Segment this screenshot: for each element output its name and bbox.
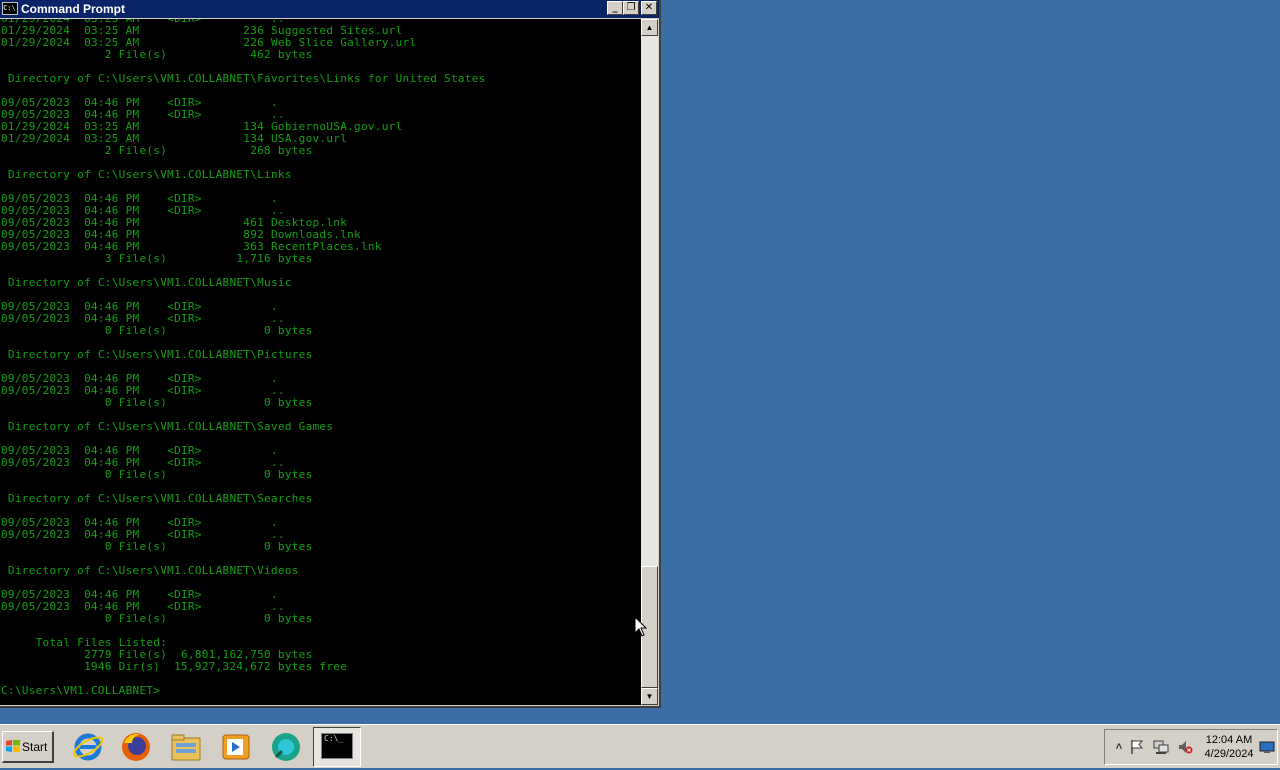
network-icon[interactable] (1153, 739, 1169, 755)
firefox-icon[interactable] (118, 729, 154, 765)
system-tray: ˄ 12:04 AM 4/29/2024 (1104, 729, 1278, 765)
console-text: 01/29/2024 03:25 AM <DIR> ..01/29/2024 0… (0, 19, 486, 697)
console-line: 2 File(s) 268 bytes (1, 144, 313, 157)
start-button[interactable]: Start (2, 731, 54, 763)
console-line: 2 File(s) 462 bytes (1, 48, 313, 61)
start-label: Start (22, 740, 48, 754)
minimize-button[interactable]: _ (607, 1, 623, 15)
console-line: Directory of C:\Users\VM1.COLLABNET\Link… (1, 168, 292, 181)
console-line: 0 File(s) 0 bytes (1, 468, 313, 481)
teal-app-icon[interactable] (268, 729, 304, 765)
app-icon-text: C:\ (3, 4, 16, 12)
console-line: C:\Users\VM1.COLLABNET> (1, 684, 161, 697)
console-line: 0 File(s) 0 bytes (1, 540, 313, 553)
show-desktop-icon[interactable] (1259, 739, 1275, 755)
window-title: Command Prompt (21, 2, 126, 16)
console-line: 3 File(s) 1,716 bytes (1, 252, 313, 265)
title-bar[interactable]: C:\ Command Prompt _ ❐ ✕ (0, 0, 659, 18)
volume-muted-icon[interactable] (1177, 739, 1193, 755)
vertical-scrollbar[interactable]: ▲ ▼ (641, 19, 658, 705)
clock[interactable]: 12:04 AM 4/29/2024 (1199, 733, 1259, 761)
console-line: Directory of C:\Users\VM1.COLLABNET\Favo… (1, 72, 486, 85)
command-prompt-window[interactable]: C:\ Command Prompt _ ❐ ✕ 01/29/2024 03:2… (0, 0, 661, 708)
show-hidden-icons-chevron-icon[interactable]: ˄ (1111, 739, 1127, 755)
internet-explorer-icon[interactable] (70, 729, 106, 765)
console-line: Directory of C:\Users\VM1.COLLABNET\Pict… (1, 348, 313, 361)
console-line: Directory of C:\Users\VM1.COLLABNET\Save… (1, 420, 334, 433)
action-center-flag-icon[interactable] (1129, 739, 1145, 755)
scroll-down-button[interactable]: ▼ (641, 688, 658, 705)
scroll-up-button[interactable]: ▲ (641, 19, 658, 36)
console-line: Directory of C:\Users\VM1.COLLABNET\Vide… (1, 564, 299, 577)
command-prompt-taskbar-button[interactable]: C:\_ (313, 727, 361, 767)
clock-date: 4/29/2024 (1204, 748, 1254, 760)
windows-logo-icon (6, 740, 20, 752)
command-prompt-icon: C:\_ (321, 733, 353, 759)
console-line: Directory of C:\Users\VM1.COLLABNET\Musi… (1, 276, 292, 289)
command-prompt-icon[interactable]: C:\ (2, 2, 18, 15)
taskbar: Start C:\_ ˄ 12:04 AM 4/29/2024 (0, 724, 1280, 768)
clock-time: 12:04 AM (1205, 734, 1253, 746)
console-line: 0 File(s) 0 bytes (1, 396, 313, 409)
file-explorer-icon[interactable] (168, 729, 204, 765)
console-line: 0 File(s) 0 bytes (1, 324, 313, 337)
media-player-icon[interactable] (218, 729, 254, 765)
mouse-cursor-icon (634, 616, 648, 637)
console-output[interactable]: 01/29/2024 03:25 AM <DIR> ..01/29/2024 0… (0, 19, 641, 705)
console-line: 1946 Dir(s) 15,927,324,672 bytes free (1, 660, 348, 673)
close-button[interactable]: ✕ (641, 1, 657, 15)
console-line: 0 File(s) 0 bytes (1, 612, 313, 625)
console-line: Directory of C:\Users\VM1.COLLABNET\Sear… (1, 492, 313, 505)
maximize-button[interactable]: ❐ (623, 1, 639, 15)
